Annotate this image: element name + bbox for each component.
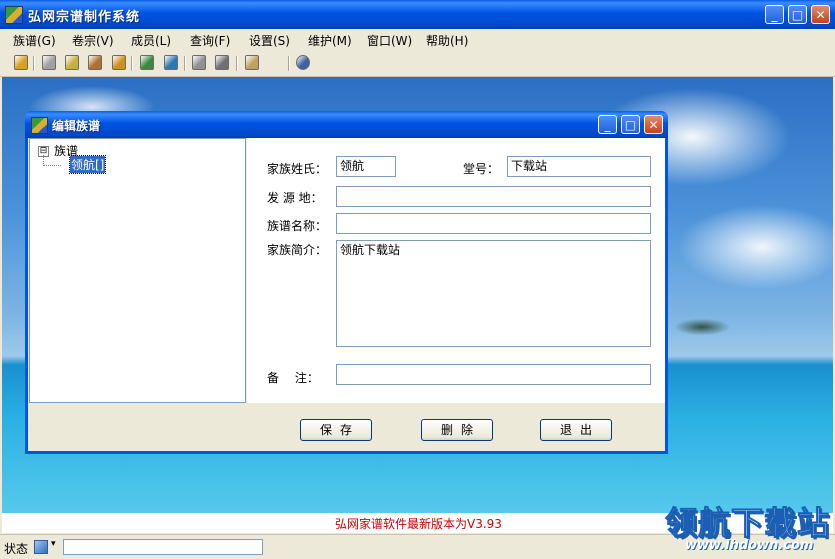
maximize-button[interactable]: □ (788, 5, 807, 24)
menu-query[interactable]: 查询(F) (190, 32, 230, 49)
edit-genealogy-dialog: 编辑族谱 _ □ ✕ ⊟ 族谱 领航[] 家族姓氏： 领航 堂号： 下载站 发 源… (25, 111, 668, 454)
member-icon[interactable] (112, 55, 126, 70)
user-icon[interactable] (164, 55, 178, 70)
genealogy-form: 家族姓氏： 领航 堂号： 下载站 发 源 地： 族谱名称： 家族简介： 领航下载… (247, 138, 665, 403)
remark-label: 备 注： (267, 371, 319, 385)
app-icon (5, 6, 23, 24)
watermark-logo: 领航下载站 www.lhdown.com (664, 498, 830, 556)
toolbar-separator (184, 56, 186, 71)
open-icon[interactable] (14, 55, 28, 70)
menu-settings[interactable]: 设置(S) (249, 32, 290, 49)
minimize-button[interactable]: _ (765, 5, 784, 24)
export-icon[interactable] (215, 55, 229, 70)
status-label: 状态 (4, 542, 29, 556)
print-icon[interactable] (192, 55, 206, 70)
close-button[interactable]: ✕ (811, 5, 830, 24)
dialog-body: ⊟ 族谱 领航[] 家族姓氏： 领航 堂号： 下载站 发 源 地： 族谱名称： 家… (28, 138, 665, 451)
app-title: 弘网宗谱制作系统 (28, 10, 141, 25)
tree-connector (43, 165, 61, 166)
dropdown-arrow-icon[interactable]: ▾ (51, 539, 56, 549)
genealogy-name-field[interactable] (336, 213, 651, 234)
menu-genealogy[interactable]: 族谱(G) (13, 32, 56, 49)
menu-volume[interactable]: 卷宗(V) (72, 32, 114, 49)
toolbar-separator (131, 56, 133, 71)
dialog-title-bar[interactable]: 编辑族谱 _ □ ✕ (25, 111, 668, 138)
genealogy-tree[interactable]: ⊟ 族谱 领航[] (29, 138, 246, 403)
image-icon[interactable] (245, 55, 259, 70)
dialog-icon (31, 117, 48, 134)
dialog-title: 编辑族谱 (52, 119, 101, 133)
tree-node-selected[interactable]: 领航[] (68, 155, 107, 174)
intro-textarea[interactable]: 领航下载站 (336, 240, 651, 347)
dialog-minimize-button[interactable]: _ (598, 115, 617, 134)
dialog-maximize-button[interactable]: □ (621, 115, 640, 134)
hall-label: 堂号： (463, 162, 500, 176)
book-icon[interactable] (65, 55, 79, 70)
menu-bar: 族谱(G) 卷宗(V) 成员(L) 查询(F) 设置(S) 维护(M) 窗口(W… (0, 29, 835, 51)
status-image-icon[interactable] (34, 540, 48, 554)
dialog-close-button[interactable]: ✕ (644, 115, 663, 134)
tree-icon[interactable] (140, 55, 154, 70)
palm-tree-image (662, 237, 742, 357)
remark-field[interactable] (336, 364, 651, 385)
menu-member[interactable]: 成员(L) (131, 32, 171, 49)
genealogy-name-label: 族谱名称： (267, 219, 328, 233)
toolbar-separator (288, 56, 290, 71)
status-field (63, 539, 263, 555)
surname-label: 家族姓氏： (267, 162, 328, 176)
edit-icon[interactable] (88, 55, 102, 70)
menu-maintenance[interactable]: 维护(M) (308, 32, 352, 49)
web-icon[interactable] (296, 55, 310, 70)
save-button[interactable]: 保存 (300, 419, 372, 441)
origin-label: 发 源 地： (267, 191, 323, 205)
origin-field[interactable] (336, 186, 651, 207)
intro-label: 家族简介： (267, 243, 328, 257)
menu-window[interactable]: 窗口(W) (367, 32, 412, 49)
surname-field[interactable]: 领航 (336, 156, 396, 177)
version-notice: 弘网家谱软件最新版本为V3.93 (335, 517, 502, 531)
toolbar-separator (33, 56, 35, 71)
new-icon[interactable] (42, 55, 56, 70)
exit-button[interactable]: 退出 (540, 419, 612, 441)
toolbar (0, 51, 835, 77)
main-title-bar[interactable]: 弘网宗谱制作系统 _ □ ✕ (0, 0, 835, 29)
toolbar-separator (236, 56, 238, 71)
watermark-url: www.lhdown.com (685, 538, 814, 553)
menu-help[interactable]: 帮助(H) (426, 32, 468, 49)
hall-name-field[interactable]: 下载站 (507, 156, 651, 177)
delete-button[interactable]: 删除 (421, 419, 493, 441)
